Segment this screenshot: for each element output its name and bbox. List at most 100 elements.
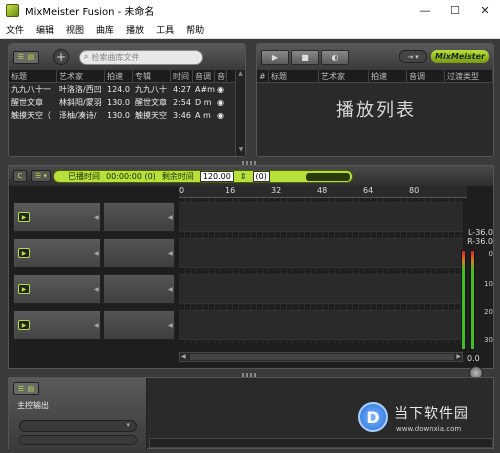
col-artist[interactable]: 艺术家 [57,70,105,82]
cell-title: 触摸天空（ [11,111,51,120]
col-number[interactable]: # [257,70,269,82]
bpm-stepper-icon[interactable]: ⇕ [240,172,247,181]
track-effects[interactable]: ◀ [103,238,175,268]
list-view-icon[interactable]: ☰ [18,385,24,393]
loop-button[interactable]: ◐ [321,50,349,65]
track-header[interactable]: ▶ ◀ [13,238,101,268]
track-lane[interactable]: ▶ ◀ ◀ [13,310,463,340]
track-icon[interactable]: ▶ [18,320,30,330]
collapse-arrow-icon[interactable]: ◀ [94,250,99,257]
add-track-button[interactable]: + [53,49,69,65]
collapse-arrow-icon[interactable]: ◀ [168,250,173,257]
scroll-left-icon[interactable]: ◀ [181,353,186,361]
track-icon[interactable]: ▶ [18,284,30,294]
collapse-arrow-icon[interactable]: ◀ [168,214,173,221]
ruler-label: 48 [317,186,328,195]
output-device-select[interactable]: ▾ [19,420,137,432]
library-search-input[interactable] [91,52,192,62]
cell-bpm: 130.0 [107,98,130,107]
collapse-arrow-icon[interactable]: ◀ [168,322,173,329]
detail-view-icon[interactable]: ▤ [28,53,35,61]
mixer-view-dropdown[interactable]: ☰ ▾ [31,170,51,182]
app-workspace: ☰ ▤ + ⌕ 标题 艺术家 拍速 专辑 时间 音调 音存 九九八十一 叶洛洛/… [0,39,500,453]
cell-time: 4:27 [173,85,191,94]
menu-play[interactable]: 播放 [120,23,150,36]
menu-tools[interactable]: 工具 [150,23,180,36]
track-lane[interactable]: ▶ ◀ ◀ [13,238,463,268]
col-artist[interactable]: 艺术家 [319,70,369,82]
cell-album: 醒世文章 [135,98,167,107]
col-time[interactable]: 时间 [171,70,193,82]
col-album[interactable]: 专辑 [133,70,171,82]
track-header[interactable]: ▶ ◀ [13,202,101,232]
col-bpm[interactable]: 拍速 [369,70,407,82]
col-cue[interactable]: 音存 [215,70,227,82]
library-row[interactable]: 九九八十一 叶洛洛/西凹 124.0 九九八十 4:27 A#m ◉ [9,83,245,96]
menu-bar: 文件 编辑 视图 曲库 播放 工具 帮助 [0,21,500,39]
detail-view-icon[interactable]: ▤ [28,385,35,393]
list-view-icon[interactable]: ☰ [18,53,24,61]
output-view-toggle[interactable]: ☰ ▤ [13,382,39,395]
track-body[interactable] [179,274,463,304]
col-title[interactable]: 标题 [269,70,319,82]
col-key[interactable]: 音调 [193,70,215,82]
track-body[interactable] [179,310,463,340]
cell-time: 3:46 [173,111,191,120]
col-transition[interactable]: 过渡类型 [445,70,493,82]
maximize-button[interactable]: ☐ [440,0,470,21]
close-button[interactable]: ✕ [470,0,500,21]
play-button[interactable]: ▶ [261,50,289,65]
col-key[interactable]: 音调 [407,70,445,82]
watermark-url: www.downxia.com [396,425,462,433]
col-title[interactable]: 标题 [9,70,57,82]
library-scrollbar[interactable]: ▲ ▼ [235,70,245,156]
ruler-label: 16 [225,186,236,195]
collapse-arrow-icon[interactable]: ◀ [94,214,99,221]
track-effects[interactable]: ◀ [103,310,175,340]
level-meter: L-36.0 R-36.0 0 10 20 30 0.0 [459,228,493,380]
track-effects[interactable]: ◀ [103,202,175,232]
library-view-toggle[interactable]: ☰ ▤ [13,50,39,64]
timeline-ruler[interactable]: 0 16 32 48 64 80 [179,186,467,198]
menu-view[interactable]: 视图 [60,23,90,36]
track-body[interactable] [179,202,463,232]
menu-library[interactable]: 曲库 [90,23,120,36]
mixer-panel: C ☰ ▾ 已播时间 00:00:00 (0) 剩余时间 120.00 ⇕ (0… [8,165,494,380]
collapse-arrow-icon[interactable]: ◀ [168,286,173,293]
scale-label: 10 [484,280,493,288]
scroll-thumb[interactable] [190,354,454,360]
library-row[interactable]: 触摸天空（ 泽柚/凑诗/ 130.0 触摸天空 3:46 A m ◉ [9,109,245,122]
remaining-value: (0) [252,171,270,182]
library-table-header: 标题 艺术家 拍速 专辑 时间 音调 音存 [9,70,245,83]
collapse-arrow-icon[interactable]: ◀ [94,286,99,293]
timeline-scrollbar[interactable]: ◀ ▶ [179,352,463,362]
track-effects[interactable]: ◀ [103,274,175,304]
elapsed-label: 已播时间 [68,172,100,181]
bpm-input[interactable]: 120.00 [199,171,234,182]
minimize-button[interactable]: — [410,0,440,21]
menu-file[interactable]: 文件 [0,23,30,36]
ruler-label: 32 [271,186,282,195]
track-header[interactable]: ▶ ◀ [13,310,101,340]
track-body[interactable] [179,238,463,268]
track-icon[interactable]: ▶ [18,248,30,258]
output-scrollbar[interactable] [149,438,493,448]
library-row[interactable]: 醒世文章 林斜阳/蒙羽 130.0 醒世文章 2:54 D m ◉ [9,96,245,109]
scroll-down-icon[interactable]: ▼ [236,146,246,156]
title-bar: MixMeister Fusion - 未命名 — ☐ ✕ [0,0,500,21]
output-channel-select[interactable] [19,435,137,445]
track-header[interactable]: ▶ ◀ [13,274,101,304]
track-lane[interactable]: ▶ ◀ ◀ [13,202,463,232]
scroll-up-icon[interactable]: ▲ [236,70,245,80]
mixer-mode-button[interactable]: C [13,170,27,182]
playlist-options-button[interactable]: ⇥ ▾ [399,50,427,63]
track-icon[interactable]: ▶ [18,212,30,222]
mixmeister-logo: MixMeister [431,50,489,63]
col-bpm[interactable]: 拍速 [105,70,133,82]
menu-help[interactable]: 帮助 [180,23,210,36]
collapse-arrow-icon[interactable]: ◀ [94,322,99,329]
meter-right-label: R-36.0 [467,237,493,246]
stop-button[interactable]: ■ [291,50,319,65]
track-lane[interactable]: ▶ ◀ ◀ [13,274,463,304]
menu-edit[interactable]: 编辑 [30,23,60,36]
